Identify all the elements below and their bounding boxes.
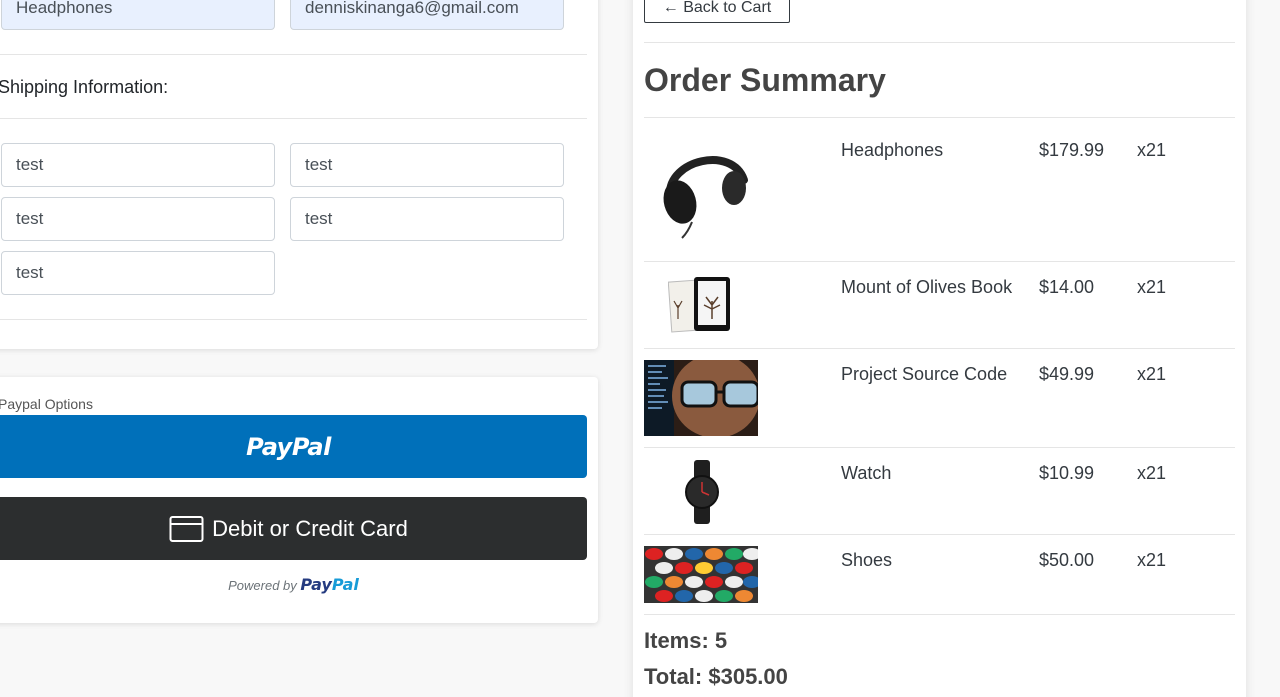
city-field[interactable]: test	[290, 143, 564, 187]
state-field-value: test	[16, 209, 44, 228]
item-price: $50.00	[1039, 550, 1095, 570]
paypal-button[interactable]: PayPal	[0, 415, 587, 478]
product-image-book	[667, 275, 732, 340]
zipcode-field-value: test	[305, 209, 333, 228]
product-image-shoes	[644, 546, 761, 608]
debit-credit-card-label: Debit or Credit Card	[212, 515, 408, 541]
item-price: $10.99	[1039, 463, 1095, 483]
email-field-value: denniskinanga6@gmail.com	[305, 0, 519, 17]
debit-credit-card-button[interactable]: Debit or Credit Card	[0, 497, 587, 560]
product-image-source-code	[644, 354, 760, 441]
state-field[interactable]: test	[1, 197, 275, 241]
item-name: Watch	[841, 463, 892, 483]
item-quantity: x21	[1137, 364, 1167, 384]
powered-by-text: Powered by	[228, 578, 297, 593]
divider	[644, 348, 1235, 349]
item-quantity: x21	[1137, 463, 1167, 483]
divider	[644, 42, 1235, 43]
city-field-value: test	[305, 155, 333, 174]
paypal-button-label: PayPal	[246, 432, 331, 461]
divider	[0, 54, 587, 55]
product-image-headphones	[652, 140, 752, 245]
back-to-cart-button[interactable]: ← Back to Cart	[644, 0, 790, 23]
name-field[interactable]: Headphones	[1, 0, 275, 30]
country-field-value: test	[16, 263, 44, 282]
divider	[644, 261, 1235, 262]
order-total: Total: $305.00	[644, 664, 788, 689]
zipcode-field[interactable]: test	[290, 197, 564, 241]
credit-card-icon	[169, 515, 204, 543]
address-field[interactable]: test	[1, 143, 275, 187]
item-quantity: x21	[1137, 277, 1167, 297]
divider	[644, 534, 1235, 535]
item-name: Mount of Olives Book	[841, 277, 1013, 297]
item-name: Headphones	[841, 140, 944, 160]
paypal-logo-pal: Pal	[331, 575, 359, 594]
divider	[644, 447, 1235, 448]
item-quantity: x21	[1137, 140, 1167, 160]
country-field[interactable]: test	[1, 251, 275, 295]
divider	[0, 319, 587, 320]
item-price: $49.99	[1039, 364, 1095, 384]
paypal-logo-pay: Pay	[300, 575, 332, 594]
item-price: $14.00	[1039, 277, 1095, 297]
powered-by-paypal: Powered by PayPal	[0, 575, 587, 594]
item-name: Project Source Code	[841, 364, 1008, 384]
shipping-label: Shipping Information:	[0, 77, 169, 97]
divider	[0, 118, 587, 119]
item-price: $179.99	[1039, 140, 1105, 160]
item-name: Shoes	[841, 550, 893, 570]
divider	[644, 117, 1235, 118]
name-field-value: Headphones	[16, 0, 113, 17]
item-quantity: x21	[1137, 550, 1167, 570]
product-image-watch	[682, 460, 722, 529]
address-field-value: test	[16, 155, 44, 174]
order-summary-title: Order Summary	[644, 62, 886, 98]
email-field[interactable]: denniskinanga6@gmail.com	[290, 0, 564, 30]
divider	[644, 614, 1235, 615]
items-count: Items: 5	[644, 628, 728, 653]
paypal-options-label: Paypal Options	[0, 396, 93, 412]
